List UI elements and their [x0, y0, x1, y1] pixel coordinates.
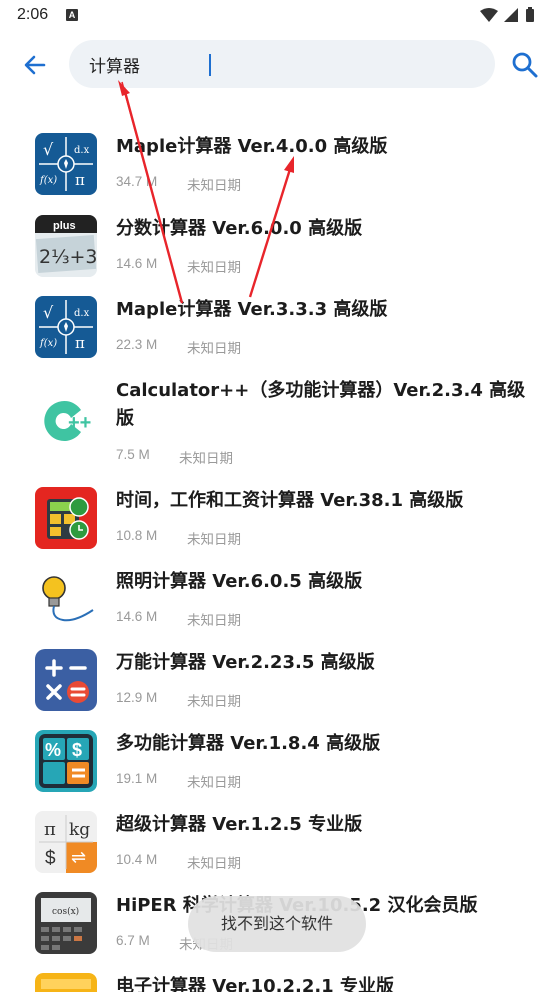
- app-title: Maple计算器 Ver.3.3.3 高级版: [116, 299, 388, 320]
- app-size: 10.8 M: [116, 528, 158, 543]
- app-title: Calculator++（多功能计算器）Ver.2.3.4 高级版: [116, 380, 526, 429]
- svg-text:π: π: [44, 819, 56, 840]
- notification-icon: A: [66, 9, 78, 21]
- not-found-toast: 找不到这个软件: [188, 896, 366, 952]
- list-item[interactable]: π kg $ ⇌ 超级计算器 Ver.1.2.5 专业版 10.4 M 未知日期: [0, 810, 554, 874]
- status-bar: 2:06 A: [0, 0, 554, 32]
- app-date: 未知日期: [187, 694, 241, 710]
- status-icons: [480, 7, 534, 22]
- list-item[interactable]: plus 2⅓+3¼ 分数计算器 Ver.6.0.0 高级版 14.6 M 未知…: [0, 214, 554, 278]
- svg-text:f(x): f(x): [39, 338, 57, 349]
- pi-kg-dollar-icon: π kg $ ⇌: [35, 811, 97, 873]
- app-date: 未知日期: [187, 532, 241, 548]
- app-size: 14.6 M: [116, 609, 158, 624]
- svg-text:⇌: ⇌: [71, 847, 86, 868]
- svg-text:√: √: [43, 303, 54, 322]
- app-size: 12.9 M: [116, 690, 158, 705]
- app-size: 6.7 M: [116, 933, 150, 948]
- search-input[interactable]: [89, 53, 469, 75]
- svg-text:d.x: d.x: [74, 308, 90, 319]
- app-title: 分数计算器 Ver.6.0.0 高级版: [116, 218, 363, 239]
- app-title: 超级计算器 Ver.1.2.5 专业版: [116, 814, 363, 835]
- fraction-plus-icon: plus 2⅓+3¼: [35, 215, 97, 277]
- app-title: Maple计算器 Ver.4.0.0 高级版: [116, 136, 388, 157]
- list-item[interactable]: √ d.x f(x) π Maple计算器 Ver.4.0.0 高级版 34.7…: [0, 132, 554, 196]
- app-title: 万能计算器 Ver.2.23.5 高级版: [116, 652, 375, 673]
- app-size: 22.3 M: [116, 337, 158, 352]
- back-arrow-icon[interactable]: [20, 50, 50, 80]
- signal-icon: [504, 8, 518, 22]
- app-size: 10.4 M: [116, 852, 158, 867]
- search-box[interactable]: [69, 40, 495, 88]
- battery-icon: [526, 9, 534, 22]
- svg-text:f(x): f(x): [39, 175, 57, 186]
- app-date: 未知日期: [187, 613, 241, 629]
- app-title: 时间，工作和工资计算器 Ver.38.1 高级版: [116, 490, 464, 511]
- search-app-bar: [0, 36, 554, 94]
- maple-pi-icon: √ d.x f(x) π: [35, 296, 97, 358]
- svg-text:plus: plus: [53, 220, 76, 232]
- app-date: 未知日期: [187, 775, 241, 791]
- app-size: 19.1 M: [116, 771, 158, 786]
- list-item[interactable]: 时间，工作和工资计算器 Ver.38.1 高级版 10.8 M 未知日期: [0, 486, 554, 550]
- svg-text:++: ++: [68, 412, 91, 434]
- svg-text:%: %: [45, 740, 61, 760]
- app-size: 7.5 M: [116, 447, 150, 462]
- svg-text:2⅓+3¼: 2⅓+3¼: [39, 246, 97, 268]
- maple-pi-icon: √ d.x f(x) π: [35, 133, 97, 195]
- svg-text:$: $: [45, 848, 56, 869]
- list-item[interactable]: 电子计算器 Ver.10.2.2.1 专业版: [0, 972, 554, 992]
- list-item[interactable]: % $ 多功能计算器 Ver.1.8.4 高级版 19.1 M 未知日期: [0, 729, 554, 793]
- yellow-calculator-icon: [35, 973, 97, 992]
- app-date: 未知日期: [187, 178, 241, 194]
- app-date: 未知日期: [187, 341, 241, 357]
- app-title: 照明计算器 Ver.6.0.5 高级版: [116, 571, 363, 592]
- calculator-plusplus-icon: ++: [35, 390, 97, 452]
- svg-text:π: π: [75, 171, 85, 189]
- app-date: 未知日期: [179, 451, 233, 467]
- scientific-calculator-icon: cos(x): [35, 892, 97, 954]
- app-title: 多功能计算器 Ver.1.8.4 高级版: [116, 733, 381, 754]
- app-size: 14.6 M: [116, 256, 158, 271]
- app-date: 未知日期: [187, 260, 241, 276]
- status-time: 2:06: [17, 6, 49, 23]
- svg-text:cos(x): cos(x): [52, 906, 79, 917]
- time-wage-calculator-icon: [35, 487, 97, 549]
- text-cursor: [209, 54, 211, 76]
- list-item[interactable]: √ d.x f(x) π Maple计算器 Ver.3.3.3 高级版 22.3…: [0, 295, 554, 359]
- list-item[interactable]: 万能计算器 Ver.2.23.5 高级版 12.9 M 未知日期: [0, 648, 554, 712]
- svg-text:kg: kg: [69, 820, 90, 840]
- wifi-icon: [480, 8, 498, 22]
- app-title: 电子计算器 Ver.10.2.2.1 专业版: [116, 976, 394, 992]
- lightbulb-icon: [35, 568, 97, 630]
- svg-text:π: π: [75, 334, 85, 352]
- list-item[interactable]: 照明计算器 Ver.6.0.5 高级版 14.6 M 未知日期: [0, 567, 554, 631]
- svg-text:d.x: d.x: [74, 145, 90, 156]
- svg-text:$: $: [72, 740, 82, 760]
- app-date: 未知日期: [187, 856, 241, 872]
- arithmetic-ops-icon: [35, 649, 97, 711]
- app-size: 34.7 M: [116, 174, 158, 189]
- search-icon[interactable]: [510, 50, 540, 80]
- list-item[interactable]: ++ Calculator++（多功能计算器）Ver.2.3.4 高级版 7.5…: [0, 376, 554, 467]
- svg-text:√: √: [43, 140, 54, 159]
- percent-dollar-icon: % $: [35, 730, 97, 792]
